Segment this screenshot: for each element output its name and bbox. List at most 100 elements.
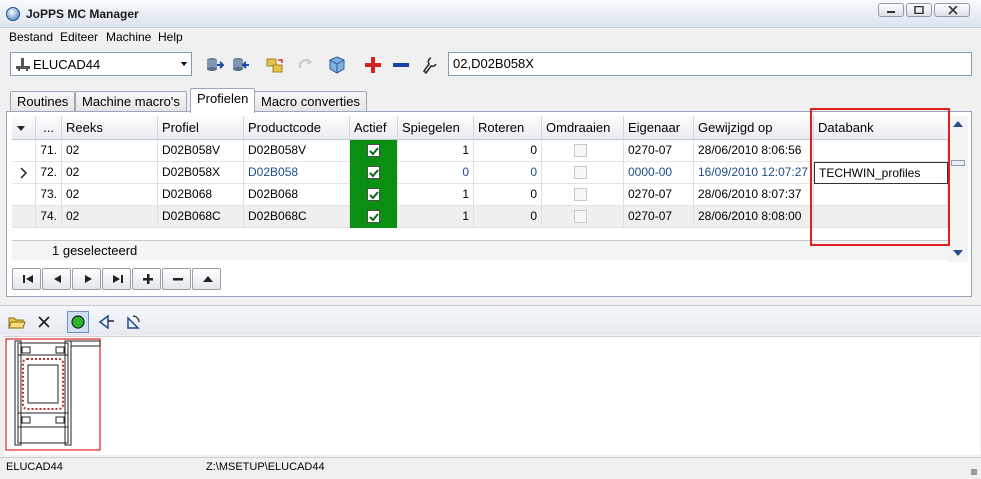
search-input[interactable]: 02,D02B058X bbox=[448, 52, 972, 76]
cell-reeks[interactable]: 02 bbox=[62, 140, 158, 162]
actief-checkbox[interactable] bbox=[367, 210, 380, 223]
minimize-button[interactable] bbox=[878, 3, 904, 17]
next-record-button[interactable] bbox=[72, 268, 101, 290]
cell-omdraaien[interactable] bbox=[542, 184, 624, 206]
cell-reeks[interactable]: 02 bbox=[62, 206, 158, 228]
cell-eigenaar[interactable]: 0270-07 bbox=[624, 184, 694, 206]
grid-vertical-scrollbar[interactable] bbox=[948, 116, 968, 262]
close-button[interactable] bbox=[36, 314, 54, 332]
cell-roteren[interactable]: 0 bbox=[474, 162, 542, 184]
table-row[interactable]: 74. 02 D02B068C D02B068C 1 0 0270-07 28/… bbox=[12, 206, 948, 228]
toggle-circle-button[interactable] bbox=[67, 311, 89, 333]
cell-roteren[interactable]: 0 bbox=[474, 206, 542, 228]
cell-productcode[interactable]: D02B058 bbox=[244, 162, 350, 184]
mirror-button[interactable] bbox=[98, 314, 116, 332]
column-menu-button[interactable] bbox=[12, 116, 36, 140]
maximize-button[interactable] bbox=[906, 3, 932, 17]
cell-roteren[interactable]: 0 bbox=[474, 140, 542, 162]
last-record-button[interactable] bbox=[102, 268, 131, 290]
cell-databank[interactable] bbox=[814, 206, 948, 228]
folder-transfer-button[interactable] bbox=[264, 54, 286, 76]
column-header-roteren[interactable]: Roteren bbox=[474, 116, 542, 140]
column-header-actief[interactable]: Actief bbox=[350, 116, 398, 140]
cell-databank[interactable] bbox=[814, 184, 948, 206]
cell-roteren[interactable]: 0 bbox=[474, 184, 542, 206]
cell-actief[interactable] bbox=[350, 184, 398, 206]
add-button[interactable] bbox=[362, 54, 384, 76]
column-header-omdraaien[interactable]: Omdraaien bbox=[542, 116, 624, 140]
cell-productcode[interactable]: D02B068 bbox=[244, 184, 350, 206]
cell-actief[interactable] bbox=[350, 206, 398, 228]
export-button[interactable] bbox=[204, 54, 226, 76]
refresh-button[interactable] bbox=[294, 54, 316, 76]
column-header-productcode[interactable]: Productcode bbox=[244, 116, 350, 140]
scroll-down-icon[interactable] bbox=[951, 248, 965, 258]
menu-bestand[interactable]: Bestand bbox=[9, 30, 53, 44]
cell-spiegelen[interactable]: 1 bbox=[398, 206, 474, 228]
rotate-button[interactable] bbox=[124, 314, 142, 332]
column-header-spiegelen[interactable]: Spiegelen bbox=[398, 116, 474, 140]
actief-checkbox[interactable] bbox=[367, 166, 380, 179]
omdraaien-checkbox[interactable] bbox=[574, 188, 587, 201]
first-record-button[interactable] bbox=[12, 268, 41, 290]
cell-omdraaien[interactable] bbox=[542, 206, 624, 228]
table-row[interactable]: 72. 02 D02B058X D02B058 0 0 0000-00 16/0… bbox=[12, 162, 948, 184]
open-folder-button[interactable] bbox=[8, 314, 26, 332]
cell-actief[interactable] bbox=[350, 140, 398, 162]
tab-macro-converties[interactable]: Macro converties bbox=[254, 91, 367, 112]
machine-select[interactable]: ELUCAD44 bbox=[10, 52, 192, 76]
resize-grip-icon[interactable] bbox=[971, 469, 977, 475]
cell-spiegelen[interactable]: 1 bbox=[398, 140, 474, 162]
cell-reeks[interactable]: 02 bbox=[62, 184, 158, 206]
cell-gewijzigd[interactable]: 16/09/2010 12:07:27 bbox=[694, 162, 814, 184]
cell-databank[interactable] bbox=[814, 140, 948, 162]
omdraaien-checkbox[interactable] bbox=[574, 166, 587, 179]
cell-profiel[interactable]: D02B058X bbox=[158, 162, 244, 184]
cell-profiel[interactable]: D02B058V bbox=[158, 140, 244, 162]
column-header-eigenaar[interactable]: Eigenaar bbox=[624, 116, 694, 140]
prior-record-button[interactable] bbox=[42, 268, 71, 290]
omdraaien-checkbox[interactable] bbox=[574, 210, 587, 223]
cell-productcode[interactable]: D02B068C bbox=[244, 206, 350, 228]
cell-actief[interactable] bbox=[350, 162, 398, 184]
delete-record-button[interactable] bbox=[162, 268, 191, 290]
cell-spiegelen[interactable]: 0 bbox=[398, 162, 474, 184]
column-header-profiel[interactable]: Profiel bbox=[158, 116, 244, 140]
column-header-num[interactable]: ... bbox=[36, 116, 62, 140]
cube-button[interactable] bbox=[326, 54, 348, 76]
import-button[interactable] bbox=[230, 54, 252, 76]
insert-record-button[interactable] bbox=[132, 268, 161, 290]
cell-spiegelen[interactable]: 1 bbox=[398, 184, 474, 206]
cell-reeks[interactable]: 02 bbox=[62, 162, 158, 184]
cell-databank[interactable]: TECHWIN_profiles bbox=[814, 162, 948, 184]
table-row[interactable]: 73. 02 D02B068 D02B068 1 0 0270-07 28/06… bbox=[12, 184, 948, 206]
cell-omdraaien[interactable] bbox=[542, 162, 624, 184]
cell-profiel[interactable]: D02B068C bbox=[158, 206, 244, 228]
cell-productcode[interactable]: D02B058V bbox=[244, 140, 350, 162]
cell-eigenaar[interactable]: 0270-07 bbox=[624, 206, 694, 228]
actief-checkbox[interactable] bbox=[367, 188, 380, 201]
tab-profielen[interactable]: Profielen bbox=[190, 88, 256, 113]
tab-routines[interactable]: Routines bbox=[10, 91, 76, 112]
actief-checkbox[interactable] bbox=[367, 144, 380, 157]
scroll-thumb[interactable] bbox=[951, 160, 965, 166]
column-header-gewijzigd[interactable]: Gewijzigd op bbox=[694, 116, 814, 140]
post-record-button[interactable] bbox=[192, 268, 221, 290]
close-window-button[interactable] bbox=[934, 3, 970, 17]
column-header-reeks[interactable]: Reeks bbox=[62, 116, 158, 140]
remove-button[interactable] bbox=[390, 54, 412, 76]
table-row[interactable]: 71. 02 D02B058V D02B058V 1 0 0270-07 28/… bbox=[12, 140, 948, 162]
cell-eigenaar[interactable]: 0000-00 bbox=[624, 162, 694, 184]
omdraaien-checkbox[interactable] bbox=[574, 144, 587, 157]
menu-machine[interactable]: Machine bbox=[106, 30, 151, 44]
cell-eigenaar[interactable]: 0270-07 bbox=[624, 140, 694, 162]
cell-gewijzigd[interactable]: 28/06/2010 8:08:00 bbox=[694, 206, 814, 228]
scroll-up-icon[interactable] bbox=[951, 119, 965, 129]
cell-gewijzigd[interactable]: 28/06/2010 8:07:37 bbox=[694, 184, 814, 206]
wrench-button[interactable] bbox=[418, 54, 440, 76]
menu-editeer[interactable]: Editeer bbox=[60, 30, 98, 44]
cell-profiel[interactable]: D02B068 bbox=[158, 184, 244, 206]
column-header-databank[interactable]: Databank bbox=[814, 116, 948, 140]
tab-machine-macros[interactable]: Machine macro's bbox=[75, 91, 187, 112]
menu-help[interactable]: Help bbox=[158, 30, 183, 44]
